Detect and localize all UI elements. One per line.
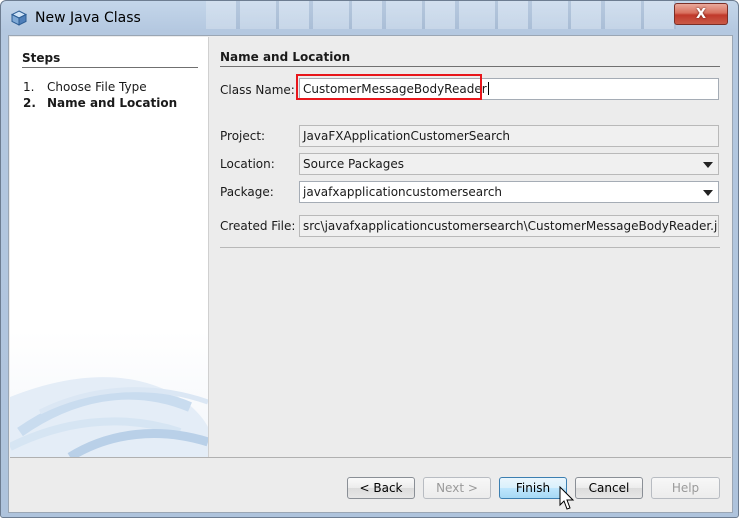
location-value: Source Packages	[303, 157, 405, 171]
section-divider	[220, 66, 720, 67]
class-name-highlight	[296, 74, 482, 100]
step-choose-file-type: 1. Choose File Type	[23, 80, 147, 94]
finish-button[interactable]: Finish	[499, 477, 567, 499]
steps-title: Steps	[22, 51, 61, 65]
close-icon: X	[695, 6, 707, 22]
location-combo[interactable]: Source Packages	[299, 153, 719, 175]
created-file-field: src\javafxapplicationcustomersearch\Cust…	[299, 215, 719, 237]
step-label: Name and Location	[47, 96, 178, 110]
next-button[interactable]: Next >	[423, 477, 491, 499]
steps-panel: Steps 1. Choose File Type 2. Name and Loca…	[10, 37, 208, 457]
close-button[interactable]: X	[674, 3, 728, 25]
chevron-down-icon	[703, 190, 713, 196]
step-number: 1.	[23, 80, 35, 94]
steps-divider	[22, 67, 198, 68]
created-file-value: src\javafxapplicationcustomersearch\Cust…	[303, 219, 719, 233]
package-combo[interactable]: javafxapplicationcustomersearch	[299, 181, 719, 203]
java-class-cube-icon	[11, 10, 27, 26]
window-title: New Java Class	[35, 10, 141, 26]
help-button[interactable]: Help	[651, 477, 720, 499]
panel-divider	[208, 37, 209, 457]
section-title: Name and Location	[220, 50, 351, 64]
text-caret	[487, 82, 489, 95]
dialog-content: Steps 1. Choose File Type 2. Name and Loca…	[8, 35, 733, 513]
back-button[interactable]: < Back	[347, 477, 415, 499]
title-bar[interactable]: New Java Class X	[1, 1, 738, 35]
step-name-and-location: 2. Name and Location	[23, 96, 177, 110]
step-label: Choose File Type	[47, 80, 147, 94]
netbeans-swoosh-graphic	[10, 377, 208, 457]
package-value: javafxapplicationcustomersearch	[303, 185, 503, 199]
package-label: Package:	[220, 185, 274, 199]
footer-divider	[10, 457, 731, 458]
new-java-class-dialog: New Java Class X Steps 1. Choose File Typ…	[0, 0, 739, 518]
project-label: Project:	[220, 129, 266, 143]
cancel-button[interactable]: Cancel	[575, 477, 643, 499]
mouse-pointer-icon	[559, 486, 575, 510]
project-field: JavaFXApplicationCustomerSearch	[299, 125, 719, 147]
class-name-label: Class Name:	[220, 83, 295, 97]
created-file-label: Created File:	[220, 219, 296, 233]
background-window-blur	[206, 1, 676, 29]
form-bottom-divider	[220, 247, 720, 248]
chevron-down-icon	[703, 162, 713, 168]
location-label: Location:	[220, 157, 275, 171]
project-value: JavaFXApplicationCustomerSearch	[303, 129, 511, 143]
step-number: 2.	[23, 96, 36, 110]
